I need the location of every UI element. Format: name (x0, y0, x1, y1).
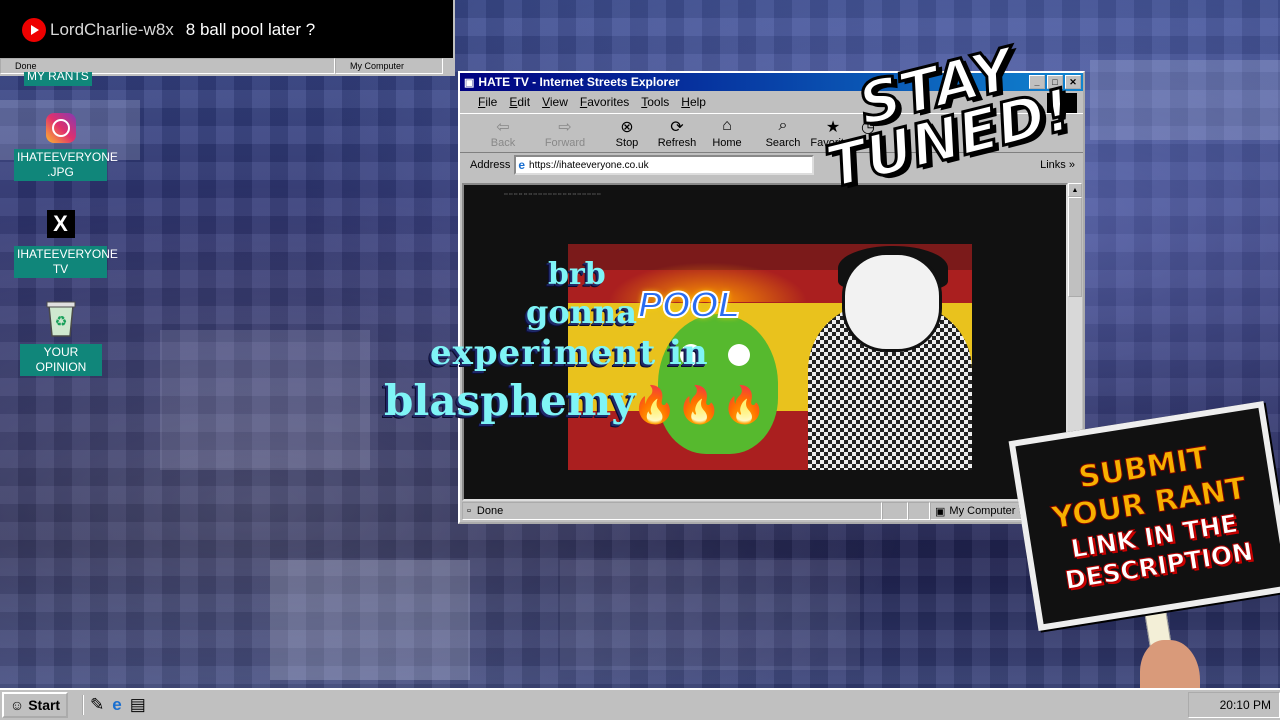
start-label: Start (28, 697, 61, 713)
window-icon: ▣ (464, 76, 475, 89)
close-button[interactable]: ✕ (1065, 75, 1081, 89)
forward-label: Forward (544, 137, 586, 149)
forward-button[interactable]: ⇨ Forward (540, 117, 590, 152)
browser-title: HATE TV - Internet Streets Explorer (478, 75, 680, 89)
page-done-icon: ▫ (467, 505, 471, 517)
desktop-icon-your-opinion[interactable]: ♻ YOUR OPINION (20, 298, 102, 376)
status-right-text: My Computer (949, 505, 1016, 517)
desktop-icon-my-rants[interactable]: MY RANTS (24, 72, 92, 86)
menu-view[interactable]: View (542, 95, 568, 109)
status-cell (882, 502, 908, 520)
owl-eye (728, 344, 750, 366)
overlay-line-1: brb (548, 257, 606, 292)
instagram-icon (45, 113, 76, 143)
refresh-label: Refresh (657, 137, 697, 149)
back-label: Back (490, 137, 516, 149)
refresh-icon: ⟳ (670, 119, 684, 136)
scroll-thumb[interactable] (1068, 197, 1082, 297)
character-face (842, 252, 942, 352)
refresh-button[interactable]: ⟳ Refresh (652, 117, 702, 152)
status-done: ▫ Done (462, 502, 882, 520)
back-arrow-icon: ⇦ (496, 119, 510, 136)
overlay-line-2: gonna (526, 293, 637, 331)
show-desktop-icon[interactable]: ▤ (130, 695, 146, 715)
comment-status-right: My Computer (335, 58, 443, 74)
internet-explorer-icon[interactable]: e (112, 695, 121, 715)
menu-favorites[interactable]: Favorites (580, 95, 629, 109)
comment-username: LordCharlie-w8x (50, 20, 174, 39)
x-icon: X (46, 210, 75, 238)
search-icon: ⌕ (778, 117, 788, 134)
menu-edit[interactable]: Edit (509, 95, 530, 109)
status-left-text: Done (476, 505, 504, 517)
links-button[interactable]: Links » (1040, 159, 1075, 171)
fire-emoji-row: 🔥🔥🔥 (632, 384, 767, 425)
links-label: Links (1040, 159, 1066, 171)
youtube-icon (22, 18, 46, 42)
comment-window: LordCharlie-w8x 8 ball pool later ? Done… (0, 0, 455, 76)
home-icon: ⌂ (722, 117, 732, 134)
stop-label: Stop (615, 137, 639, 149)
submit-rant-sign: SUBMIT YOUR RANT LINK IN THE DESCRIPTION (1008, 401, 1280, 631)
embedded-image-header: ▭ ▭ ▭ ▭ ▭ ▭ ▭ ▭ ▭ ▭ ▭ ▭ ▭ ▭ ▭ ▭ ▭ ▭ ▭ ▭ (504, 191, 601, 196)
desktop-icon-label: IHATEEVERYONE TV (14, 246, 118, 278)
thumbnail-title: POOL (637, 283, 741, 326)
menu-tools[interactable]: Tools (641, 95, 669, 109)
notepad-icon[interactable]: ✎ (90, 695, 104, 715)
status-cell (908, 502, 930, 520)
menu-help[interactable]: Help (681, 95, 706, 109)
system-tray: 20:10 PM (1188, 692, 1280, 718)
address-label: Address (470, 159, 511, 171)
search-button[interactable]: ⌕ Search (758, 117, 808, 152)
clock[interactable]: 20:10 PM (1220, 698, 1271, 712)
forward-arrow-icon: ⇨ (558, 119, 572, 136)
overlay-line-4: blasphemy (384, 376, 636, 425)
browser-statusbar: ▫ Done ▣ My Computer (462, 502, 1082, 520)
windows-logo-icon: ☺ (9, 697, 25, 713)
home-label: Home (712, 137, 742, 149)
stop-icon: ⊗ (620, 119, 634, 136)
desktop-icon-ihateeveryone-tv[interactable]: X IHATEEVERYONE TV (13, 210, 118, 278)
scroll-up-icon[interactable]: ▲ (1068, 183, 1082, 197)
address-input[interactable]: e https://ihateeveryone.co.uk (514, 155, 815, 175)
back-button[interactable]: ⇦ Back (478, 117, 528, 152)
desktop-icon-label: MY RANTS (24, 72, 92, 86)
desktop-icon-label: IHATEEVERYONE .JPG (14, 149, 118, 181)
comment-message: 8 ball pool later ? (185, 20, 316, 39)
comment-row: LordCharlie-w8x 8 ball pool later ? (0, 0, 448, 60)
address-value: https://ihateeveryone.co.uk (529, 159, 649, 171)
home-button[interactable]: ⌂ Home (702, 117, 752, 152)
taskbar: ☺ Start ✎ e ▤ 20:10 PM (0, 688, 1280, 720)
overlay-line-3: experiment in (430, 333, 709, 373)
quick-launch: ✎ e ▤ (82, 695, 146, 715)
recycle-bin-icon: ♻ (46, 301, 76, 337)
svg-text:♻: ♻ (55, 313, 68, 329)
desktop-icon-label: YOUR OPINION (20, 344, 102, 376)
stop-button[interactable]: ⊗ Stop (602, 117, 652, 152)
search-label: Search (765, 137, 801, 149)
menu-file[interactable]: File (478, 95, 497, 109)
computer-icon: ▣ (935, 505, 946, 518)
page-icon: e (518, 158, 526, 172)
desktop-icon-ihateeveryone-jpg[interactable]: IHATEEVERYONE .JPG (13, 113, 118, 181)
start-button[interactable]: ☺ Start (2, 692, 68, 718)
